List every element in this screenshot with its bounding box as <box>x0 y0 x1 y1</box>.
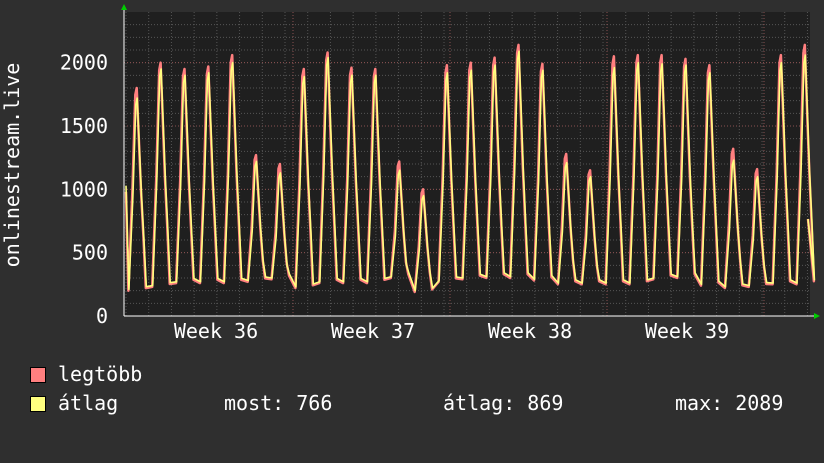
stat-now: most: 766 <box>224 391 333 415</box>
y-axis-title: onlinestream.live <box>0 63 24 268</box>
y-tick-label: 500 <box>72 241 108 265</box>
stat-average: átlag: 869 <box>443 391 564 415</box>
x-tick-label: Week 38 <box>488 319 572 343</box>
y-tick-label: 1500 <box>60 114 108 138</box>
legend-label-avg: átlag <box>58 391 119 415</box>
legend-label-max: legtöbb <box>58 362 143 386</box>
x-tick-label: Week 39 <box>645 319 729 343</box>
avg-swatch <box>30 396 46 412</box>
y-axis-arrow <box>121 4 127 10</box>
x-axis-arrow <box>814 313 820 319</box>
y-tick-label: 2000 <box>60 51 108 75</box>
legend-item-avg: átlag <box>30 391 118 463</box>
y-tick-label: 0 <box>96 304 108 328</box>
x-tick-label: Week 36 <box>174 319 258 343</box>
line-chart: 0 500 1000 1500 2000 Week 36 Week 37 Week 38 Wee… <box>0 4 820 343</box>
y-tick-label: 1000 <box>60 177 108 201</box>
max-swatch <box>30 367 46 383</box>
stat-max: max: 2089 <box>675 391 784 415</box>
x-tick-label: Week 37 <box>331 319 415 343</box>
